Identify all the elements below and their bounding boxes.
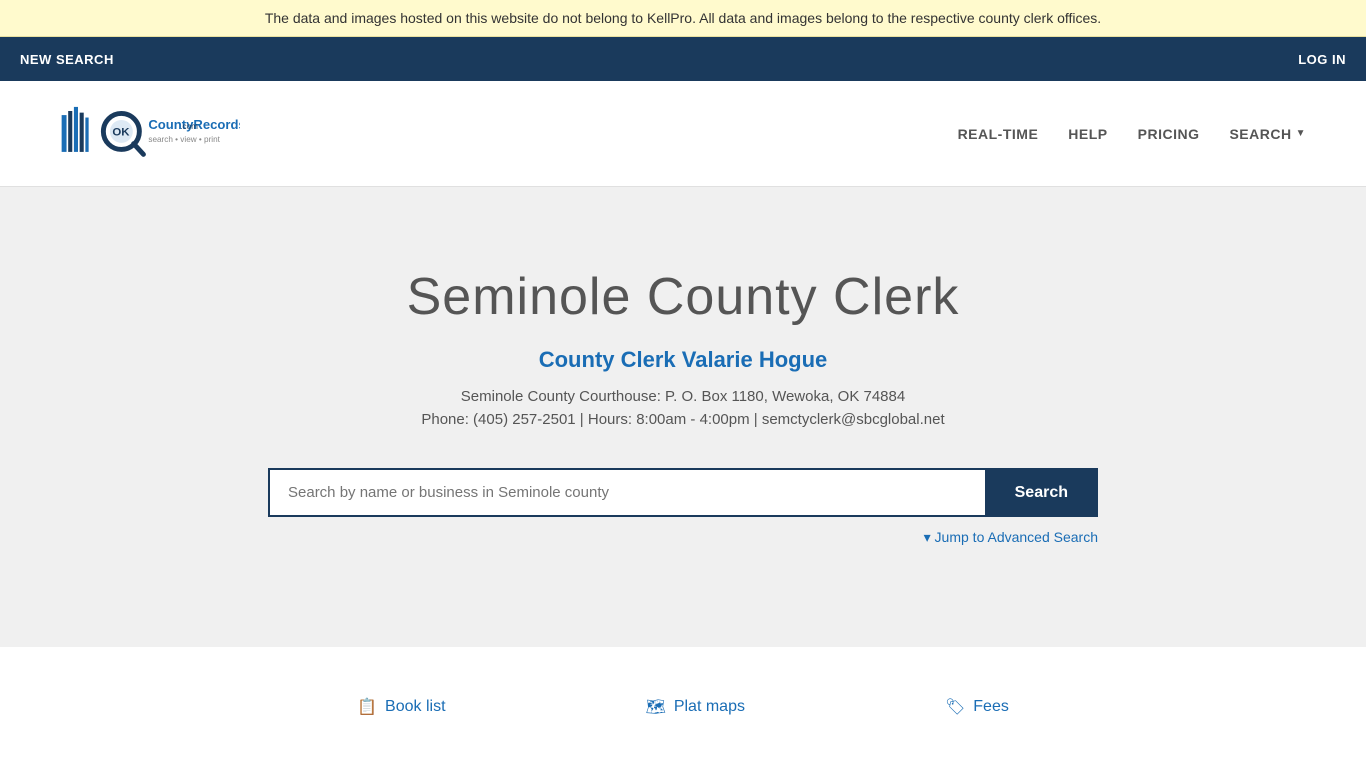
address-text: Seminole County Courthouse: P. O. Box 11…	[20, 388, 1346, 405]
footer-links-section: 📋 Book list 🗺 Plat maps 🏷 Fees	[0, 647, 1366, 767]
chevron-down-icon: ▼	[1296, 128, 1306, 139]
pricing-nav-link[interactable]: PRICING	[1138, 126, 1200, 142]
hero-section: Seminole County Clerk County Clerk Valar…	[0, 187, 1366, 647]
search-form: Search	[268, 468, 1098, 517]
fees-icon: 🏷	[945, 697, 965, 717]
logo-area: OK CountyRecords .com search • view • pr…	[60, 96, 240, 171]
search-input[interactable]	[268, 468, 985, 517]
clerk-name: County Clerk Valarie Hogue	[20, 347, 1346, 373]
site-header: OK CountyRecords .com search • view • pr…	[0, 81, 1366, 187]
top-nav: NEW SEARCH LOG IN	[0, 37, 1366, 81]
advanced-search-link[interactable]: ▾ Jump to Advanced Search	[924, 529, 1098, 545]
search-button[interactable]: Search	[985, 468, 1098, 517]
banner-text: The data and images hosted on this websi…	[265, 10, 1101, 26]
search-nav-dropdown[interactable]: SEARCH ▼	[1229, 126, 1306, 142]
site-logo: OK CountyRecords .com search • view • pr…	[60, 96, 240, 171]
svg-text:.com: .com	[180, 122, 198, 131]
help-nav-link[interactable]: HELP	[1068, 126, 1107, 142]
new-search-link[interactable]: NEW SEARCH	[20, 52, 114, 67]
realtime-nav-link[interactable]: REAL-TIME	[958, 126, 1039, 142]
notice-banner: The data and images hosted on this websi…	[0, 0, 1366, 37]
advanced-search-container: ▾ Jump to Advanced Search	[268, 529, 1098, 547]
main-nav: REAL-TIME HELP PRICING SEARCH ▼	[958, 126, 1306, 142]
contact-text: Phone: (405) 257-2501 | Hours: 8:00am - …	[20, 411, 1346, 428]
book-list-label: Book list	[385, 698, 445, 716]
plat-maps-label: Plat maps	[674, 698, 745, 716]
login-link[interactable]: LOG IN	[1298, 52, 1346, 67]
plat-maps-link[interactable]: 🗺 Plat maps	[646, 697, 745, 717]
fees-label: Fees	[973, 698, 1009, 716]
book-list-link[interactable]: 📋 Book list	[357, 697, 445, 717]
fees-link[interactable]: 🏷 Fees	[945, 697, 1009, 717]
book-icon: 📋	[357, 697, 377, 717]
page-title: Seminole County Clerk	[20, 267, 1346, 327]
svg-text:search • view • print: search • view • print	[148, 135, 220, 144]
plat-icon: 🗺	[646, 697, 666, 717]
svg-text:OK: OK	[112, 127, 130, 139]
